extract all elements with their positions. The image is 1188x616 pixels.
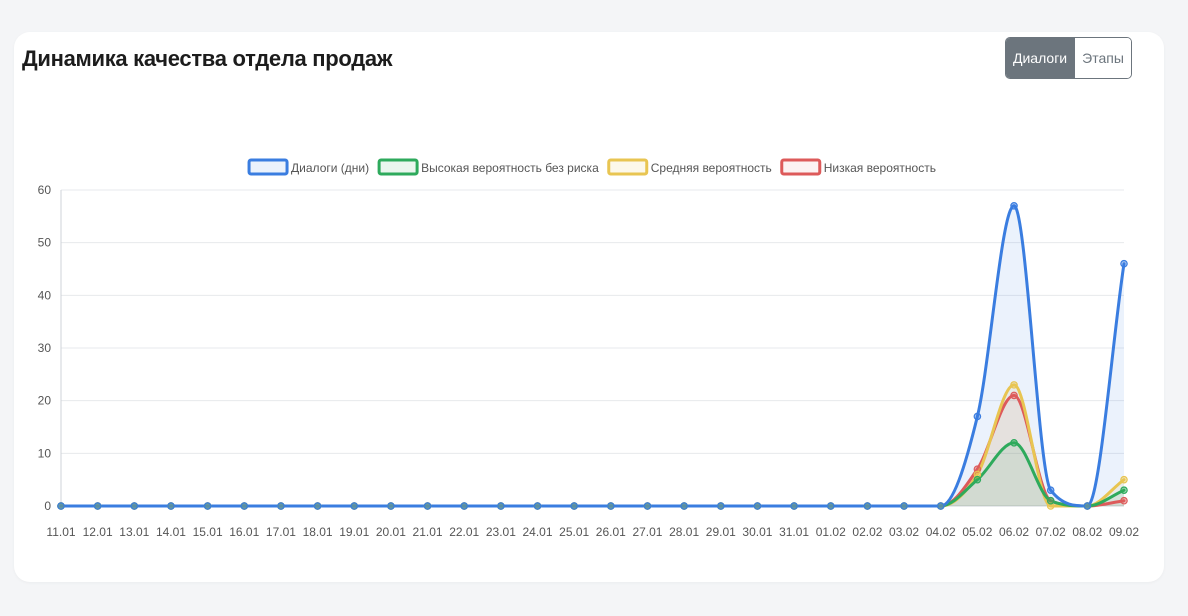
data-point <box>460 502 469 510</box>
x-tick-label: 17.01 <box>266 525 296 539</box>
x-tick-label: 08.02 <box>1072 525 1102 539</box>
data-point <box>936 502 945 510</box>
data-point <box>900 502 908 510</box>
data-point <box>790 502 798 510</box>
y-tick-label: 50 <box>38 236 52 250</box>
data-point <box>973 475 982 484</box>
y-tick-label: 10 <box>38 446 52 460</box>
data-point <box>1083 502 1092 510</box>
x-tick-label: 22.01 <box>449 525 479 539</box>
series-lines <box>59 204 1126 508</box>
data-point <box>497 502 505 510</box>
data-point <box>1010 381 1018 389</box>
x-tick-label: 04.02 <box>926 525 956 539</box>
x-tick-label: 21.01 <box>413 525 443 539</box>
legend-swatch <box>377 158 419 176</box>
data-point <box>423 502 432 510</box>
data-point <box>167 502 175 510</box>
x-tick-label: 16.01 <box>229 525 259 539</box>
data-point <box>277 502 285 510</box>
x-tick-label: 13.01 <box>119 525 149 539</box>
data-point <box>1120 486 1128 495</box>
data-point <box>1046 496 1055 505</box>
x-tick-label: 03.02 <box>889 525 919 539</box>
x-tick-label: 31.01 <box>779 525 809 539</box>
legend: Диалоги (дни) Высокая вероятность без рис… <box>247 158 936 176</box>
data-point <box>1046 486 1055 495</box>
x-tick-label: 02.02 <box>852 525 882 539</box>
legend-swatch <box>607 158 649 176</box>
y-tick-label: 60 <box>38 183 52 197</box>
x-tick-label: 28.01 <box>669 525 699 539</box>
x-tick-label: 20.01 <box>376 525 406 539</box>
data-point <box>826 502 835 510</box>
data-point <box>533 502 542 510</box>
y-tick-label: 30 <box>38 341 52 355</box>
data-point <box>680 502 688 510</box>
data-point <box>1120 259 1128 268</box>
y-tick-label: 40 <box>38 288 52 302</box>
x-tick-label: 07.02 <box>1036 525 1066 539</box>
x-tick-label: 19.01 <box>339 525 369 539</box>
data-point <box>607 502 615 510</box>
x-tick-label: 05.02 <box>962 525 992 539</box>
data-point <box>387 502 395 510</box>
x-tick-label: 25.01 <box>559 525 589 539</box>
x-tick-label: 09.02 <box>1109 525 1139 539</box>
data-point <box>1010 391 1018 400</box>
data-point <box>93 502 102 510</box>
data-point <box>130 502 139 510</box>
data-point <box>350 502 359 510</box>
data-point <box>240 502 249 510</box>
data-point <box>716 502 725 510</box>
data-point <box>203 502 212 510</box>
legend-swatch <box>780 158 822 176</box>
data-point <box>863 502 872 510</box>
x-tick-label: 23.01 <box>486 525 516 539</box>
data-point <box>1010 202 1018 210</box>
series-line <box>59 393 1126 508</box>
data-point <box>570 502 578 510</box>
line-chart: 0 10 20 30 40 50 60 11.01 12.01 13.01 14.01 15.01 16… <box>38 158 1139 539</box>
legend-label: Высокая вероятность без риска <box>421 161 599 175</box>
y-tick-label: 20 <box>38 394 52 408</box>
x-tick-label: 27.01 <box>632 525 662 539</box>
x-tick-label: 29.01 <box>706 525 736 539</box>
legend-label: Средняя вероятность <box>651 161 772 175</box>
data-point <box>313 502 322 510</box>
x-tick-label: 11.01 <box>46 525 75 539</box>
y-tick-label: 0 <box>44 499 51 513</box>
data-point <box>753 502 762 510</box>
legend-label: Диалоги (дни) <box>291 161 369 175</box>
legend-label: Низкая вероятность <box>824 161 936 175</box>
x-tick-label: 26.01 <box>596 525 626 539</box>
x-tick-label: 01.02 <box>816 525 846 539</box>
data-point <box>643 502 652 510</box>
data-point <box>973 412 982 421</box>
x-tick-label: 30.01 <box>742 525 772 539</box>
x-tick-label: 14.01 <box>156 525 186 539</box>
x-tick-label: 24.01 <box>523 525 553 539</box>
x-tick-label: 18.01 <box>303 525 333 539</box>
data-point <box>1120 475 1128 484</box>
data-point <box>57 502 65 510</box>
x-tick-label: 12.01 <box>83 525 113 539</box>
data-point <box>1120 496 1128 505</box>
data-point <box>1010 438 1018 447</box>
legend-swatch <box>247 158 289 176</box>
series-line <box>59 204 1126 508</box>
x-tick-label: 15.01 <box>193 525 223 539</box>
x-tick-label: 06.02 <box>999 525 1029 539</box>
